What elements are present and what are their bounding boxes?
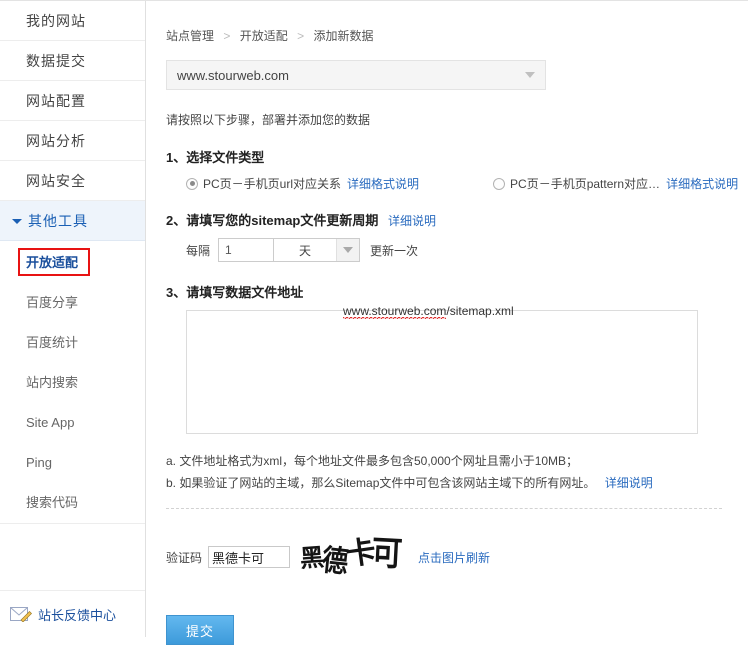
cycle-suffix-label: 更新一次 xyxy=(370,243,419,258)
sidebar-item-label: 我的网站 xyxy=(26,13,86,29)
breadcrumb: 站点管理 > 开放适配 > 添加新数据 xyxy=(166,27,748,44)
sidebar-item-site-search[interactable]: 站内搜索 xyxy=(0,363,145,403)
sidebar-subitem-label: Ping xyxy=(26,455,53,470)
sidebar: 我的网站 数据提交 网站配置 网站分析 网站安全 其他工具 开放适配 百度分享 … xyxy=(0,1,146,637)
sidebar-item-site-analytics[interactable]: 网站分析 xyxy=(0,121,145,161)
cycle-prefix-label: 每隔 xyxy=(186,243,211,258)
notes-block: a. 文件地址格式为xml，每个地址文件最多包含50,000个网址且需小于10M… xyxy=(166,450,748,494)
captcha-input[interactable] xyxy=(208,546,291,568)
caret-down-icon xyxy=(343,247,354,253)
intro-text: 请按照以下步骤，部署并添加您的数据 xyxy=(166,113,371,127)
breadcrumb-item-add-new-data: 添加新数据 xyxy=(313,29,374,43)
webmaster-feedback-label: 站长反馈中心 xyxy=(38,607,117,623)
note-a: a. 文件地址格式为xml，每个地址文件最多包含50,000个网址且需小于10M… xyxy=(166,454,579,468)
sidebar-item-open-adaptation[interactable]: 开放适配 xyxy=(0,243,145,283)
format-detail-link-b[interactable]: 详细格式说明 xyxy=(666,175,738,192)
sidebar-subitem-label: 开放适配 xyxy=(26,255,79,270)
cycle-interval-input[interactable] xyxy=(218,238,275,262)
step3-title: 3、请填写数据文件地址 xyxy=(166,282,748,301)
sidebar-item-label: 数据提交 xyxy=(26,53,86,69)
sidebar-item-label: 网站配置 xyxy=(26,93,86,109)
radio-option-label: PC页－手机页pattern对应… xyxy=(510,177,661,191)
sidebar-item-baidu-share[interactable]: 百度分享 xyxy=(0,283,145,323)
step1-title: 1、选择文件类型 xyxy=(166,147,748,166)
page-root: 我的网站 数据提交 网站配置 网站分析 网站安全 其他工具 开放适配 百度分享 … xyxy=(0,0,748,645)
sidebar-item-label: 网站安全 xyxy=(26,173,86,189)
radio-option-url-mapping[interactable]: PC页－手机页url对应关系 详细格式说明 xyxy=(186,175,419,192)
cycle-unit-value: 天 xyxy=(299,243,312,258)
section-divider xyxy=(166,508,722,509)
sidebar-subitem-label: 搜索代码 xyxy=(26,495,79,510)
sidebar-item-data-submit[interactable]: 数据提交 xyxy=(0,41,145,81)
step1-title-text: 1、选择文件类型 xyxy=(166,150,265,165)
file-type-radio-group: PC页－手机页url对应关系 详细格式说明 PC页－手机页pattern对应… … xyxy=(166,175,748,192)
cycle-unit-dropdown-button[interactable] xyxy=(336,239,360,261)
submit-button[interactable]: 提交 xyxy=(166,615,234,645)
radio-icon[interactable] xyxy=(493,177,506,190)
sidebar-group-label: 其他工具 xyxy=(28,213,88,229)
radio-icon[interactable] xyxy=(186,177,198,190)
captcha-char: 可 xyxy=(370,535,404,575)
data-file-url-textarea[interactable] xyxy=(186,310,698,434)
breadcrumb-separator: > xyxy=(223,29,231,43)
radio-option-pattern-mapping[interactable]: PC页－手机页pattern对应… 详细格式说明 xyxy=(493,175,738,192)
sidebar-item-site-config[interactable]: 网站配置 xyxy=(0,81,145,121)
step3-title-text: 3、请填写数据文件地址 xyxy=(166,285,304,300)
sidebar-item-search-code[interactable]: 搜索代码 xyxy=(0,483,145,523)
step2-title-text: 2、请填写您的sitemap文件更新周期 xyxy=(166,213,379,228)
cycle-unit-select[interactable]: 天 xyxy=(274,238,361,262)
site-select[interactable]: www.stourweb.com xyxy=(166,60,546,90)
captcha-label: 验证码 xyxy=(166,550,203,565)
sidebar-group-other-tools[interactable]: 其他工具 xyxy=(0,201,145,241)
captcha-row: 验证码 黑 德 卡 可 点击图片刷新 xyxy=(166,535,748,579)
breadcrumb-item-open-adaptation[interactable]: 开放适配 xyxy=(240,29,288,43)
envelope-pencil-icon xyxy=(10,606,32,623)
sidebar-item-my-sites[interactable]: 我的网站 xyxy=(0,1,145,41)
captcha-image[interactable]: 黑 德 卡 可 xyxy=(300,535,405,579)
sidebar-item-site-app[interactable]: Site App xyxy=(0,403,145,443)
sidebar-subitem-label: 百度分享 xyxy=(26,295,79,310)
caret-down-icon xyxy=(525,72,535,78)
sidebar-item-site-security[interactable]: 网站安全 xyxy=(0,161,145,201)
triangle-down-icon xyxy=(12,218,22,224)
note-b-detail-link[interactable]: 详细说明 xyxy=(605,476,653,490)
sidebar-subitem-label: Site App xyxy=(26,415,75,430)
main-content: 站点管理 > 开放适配 > 添加新数据 www.stourweb.com 请按照… xyxy=(146,1,748,645)
sidebar-subitem-label: 百度统计 xyxy=(26,335,79,350)
radio-option-label: PC页－手机页url对应关系 xyxy=(203,177,342,191)
breadcrumb-item-site-management[interactable]: 站点管理 xyxy=(166,29,214,43)
format-detail-link-a[interactable]: 详细格式说明 xyxy=(347,175,419,192)
captcha-refresh-link[interactable]: 点击图片刷新 xyxy=(418,549,490,566)
update-cycle-row: 每隔 天 更新一次 xyxy=(166,238,748,262)
sidebar-subnav: 开放适配 百度分享 百度统计 站内搜索 Site App Ping 搜索代码 xyxy=(0,241,145,524)
webmaster-feedback-link[interactable]: 站长反馈中心 xyxy=(0,590,145,637)
sidebar-item-ping[interactable]: Ping xyxy=(0,443,145,483)
note-b: b. 如果验证了网站的主域，那么Sitemap文件中可包含该网站主域下的所有网址… xyxy=(166,476,596,490)
note-b-line: b. 如果验证了网站的主域，那么Sitemap文件中可包含该网站主域下的所有网址… xyxy=(166,472,748,494)
breadcrumb-separator: > xyxy=(297,29,305,43)
sidebar-item-label: 网站分析 xyxy=(26,133,86,149)
sidebar-item-baidu-statistics[interactable]: 百度统计 xyxy=(0,323,145,363)
sidebar-subitem-label: 站内搜索 xyxy=(26,375,79,390)
step2-title: 2、请填写您的sitemap文件更新周期 详细说明 xyxy=(166,210,748,229)
step2-detail-link[interactable]: 详细说明 xyxy=(388,214,436,228)
site-select-value: www.stourweb.com xyxy=(177,67,289,83)
